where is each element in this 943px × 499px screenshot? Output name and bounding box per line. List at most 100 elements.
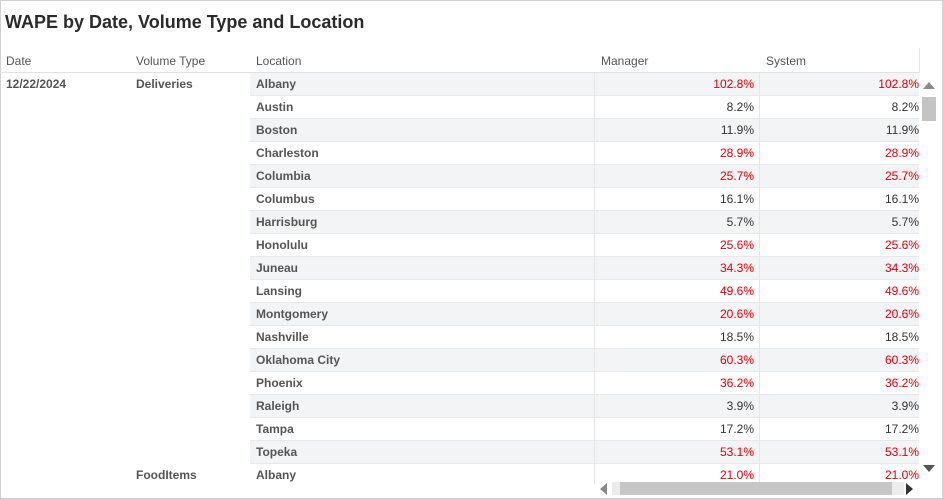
- volume-type-cell-deliveries: Deliveries: [136, 77, 193, 91]
- system-value-cell: 3.9%: [891, 399, 919, 413]
- table-row[interactable]: Albany 102.8% 102.8%: [250, 73, 919, 96]
- table-row[interactable]: Boston 11.9% 11.9%: [250, 119, 919, 142]
- manager-value-cell: 49.6%: [719, 284, 754, 298]
- visual-title: WAPE by Date, Volume Type and Location: [5, 12, 365, 32]
- manager-value-cell: 34.3%: [719, 261, 754, 275]
- cell-divider: [759, 257, 760, 279]
- manager-value-cell: 25.6%: [719, 238, 754, 252]
- column-header-location[interactable]: Location: [256, 54, 301, 68]
- table-row[interactable]: Juneau 34.3% 34.3%: [250, 257, 919, 280]
- horizontal-scroll-thumb[interactable]: [620, 482, 892, 495]
- location-cell: Albany: [256, 77, 297, 91]
- column-header-volume-type[interactable]: Volume Type: [136, 54, 205, 68]
- cell-divider: [759, 280, 760, 302]
- column-header-date[interactable]: Date: [6, 54, 31, 68]
- cell-divider: [594, 349, 595, 371]
- cell-divider: [759, 372, 760, 394]
- vertical-scroll-thumb[interactable]: [922, 97, 936, 121]
- volume-type-cell-fooditems: FoodItems: [136, 468, 197, 482]
- cell-divider: [759, 188, 760, 210]
- system-value-cell: 60.3%: [884, 353, 919, 367]
- horizontal-scrollbar[interactable]: [596, 480, 919, 495]
- cell-divider: [594, 142, 595, 164]
- system-value-cell: 20.6%: [884, 307, 919, 321]
- location-cell: Raleigh: [256, 399, 300, 413]
- cell-divider: [594, 326, 595, 348]
- table-row[interactable]: Nashville 18.5% 18.5%: [250, 326, 919, 349]
- cell-divider: [594, 418, 595, 440]
- cell-divider: [759, 165, 760, 187]
- manager-value-cell: 17.2%: [719, 422, 754, 436]
- system-value-cell: 17.2%: [884, 422, 919, 436]
- scroll-up-icon[interactable]: [923, 82, 935, 89]
- system-value-cell: 5.7%: [891, 215, 919, 229]
- system-value-cell: 28.9%: [884, 146, 919, 160]
- cell-divider: [594, 234, 595, 256]
- manager-value-cell: 18.5%: [719, 330, 754, 344]
- cell-divider: [759, 73, 760, 95]
- table-row[interactable]: Phoenix 36.2% 36.2%: [250, 372, 919, 395]
- manager-value-cell: 102.8%: [713, 77, 754, 91]
- cell-divider: [759, 441, 760, 463]
- manager-value-cell: 11.9%: [720, 123, 754, 137]
- table-row[interactable]: Lansing 49.6% 49.6%: [250, 280, 919, 303]
- table-row[interactable]: Oklahoma City 60.3% 60.3%: [250, 349, 919, 372]
- location-cell: Boston: [256, 123, 298, 137]
- manager-value-cell: 36.2%: [719, 376, 754, 390]
- manager-value-cell: 25.7%: [719, 169, 754, 183]
- table-row[interactable]: Topeka 53.1% 53.1%: [250, 441, 919, 464]
- table-row[interactable]: Tampa 17.2% 17.2%: [250, 418, 919, 441]
- scroll-left-icon[interactable]: [600, 483, 607, 495]
- cell-divider: [594, 257, 595, 279]
- system-value-cell: 25.6%: [884, 238, 919, 252]
- manager-value-cell: 20.6%: [719, 307, 754, 321]
- cell-divider: [759, 234, 760, 256]
- table-row[interactable]: Charleston 28.9% 28.9%: [250, 142, 919, 165]
- cell-divider: [594, 372, 595, 394]
- cell-divider: [759, 418, 760, 440]
- scroll-right-icon[interactable]: [906, 483, 913, 495]
- vertical-scrollbar[interactable]: [920, 73, 937, 473]
- column-header-manager[interactable]: Manager: [601, 54, 648, 68]
- manager-value-cell: 3.9%: [726, 399, 754, 413]
- table-row[interactable]: Montgomery 20.6% 20.6%: [250, 303, 919, 326]
- system-value-cell: 34.3%: [884, 261, 919, 275]
- location-cell: Nashville: [256, 330, 309, 344]
- system-value-cell: 25.7%: [884, 169, 919, 183]
- manager-value-cell: 60.3%: [719, 353, 754, 367]
- manager-value-cell: 16.1%: [719, 192, 754, 206]
- system-value-cell: 49.6%: [884, 284, 919, 298]
- system-value-cell: 36.2%: [884, 376, 919, 390]
- cell-divider: [594, 395, 595, 417]
- table-row[interactable]: Raleigh 3.9% 3.9%: [250, 395, 919, 418]
- table-row[interactable]: Columbia 25.7% 25.7%: [250, 165, 919, 188]
- cell-divider: [759, 349, 760, 371]
- manager-value-cell: 53.1%: [719, 445, 754, 459]
- cell-divider: [594, 464, 595, 484]
- cell-divider: [594, 211, 595, 233]
- location-cell: Harrisburg: [256, 215, 318, 229]
- cell-divider: [759, 303, 760, 325]
- system-value-cell: 102.8%: [878, 77, 919, 91]
- manager-value-cell: 8.2%: [726, 100, 754, 114]
- column-header-system[interactable]: System: [766, 54, 806, 68]
- date-cell: 12/22/2024: [6, 77, 67, 91]
- system-value-cell: 11.9%: [885, 123, 919, 137]
- cell-divider: [594, 303, 595, 325]
- location-cell: Lansing: [256, 284, 303, 298]
- table-row[interactable]: Honolulu 25.6% 25.6%: [250, 234, 919, 257]
- table-row[interactable]: Harrisburg 5.7% 5.7%: [250, 211, 919, 234]
- table-row[interactable]: Austin 8.2% 8.2%: [250, 96, 919, 119]
- manager-value-cell: 5.7%: [726, 215, 754, 229]
- cell-divider: [594, 96, 595, 118]
- location-cell: Albany: [256, 468, 297, 482]
- manager-value-cell: 28.9%: [719, 146, 754, 160]
- table-row[interactable]: Columbus 16.1% 16.1%: [250, 188, 919, 211]
- cell-divider: [759, 96, 760, 118]
- location-cell: Columbia: [256, 169, 311, 183]
- location-cell: Montgomery: [256, 307, 328, 321]
- cell-divider: [759, 119, 760, 141]
- cell-divider: [594, 73, 595, 95]
- scroll-down-icon[interactable]: [923, 465, 935, 472]
- cell-divider: [594, 165, 595, 187]
